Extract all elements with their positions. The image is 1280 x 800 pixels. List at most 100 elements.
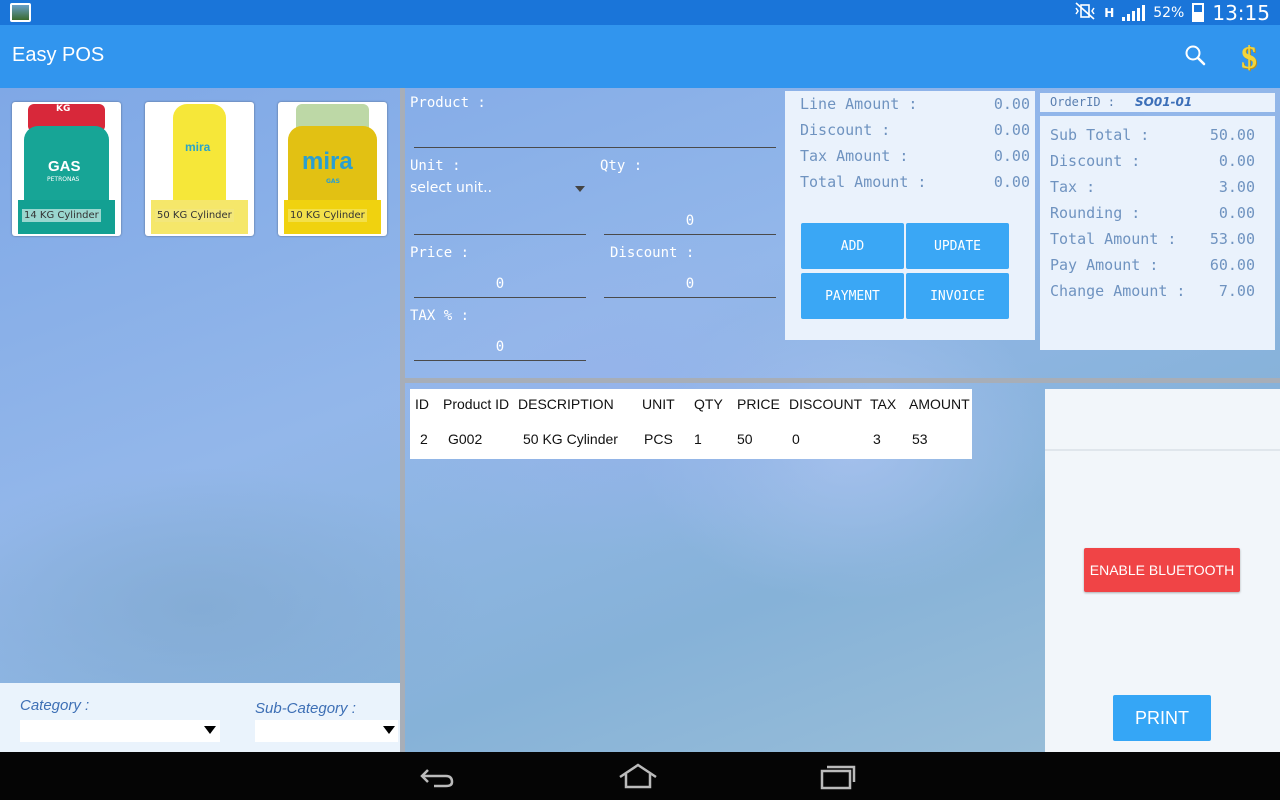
vibrate-mute-icon: [1074, 1, 1096, 24]
product-tile-10kg[interactable]: mira GAS 10 KG Cylinder: [278, 102, 387, 236]
line-total-label: Total Amount :: [800, 173, 927, 191]
line-discount-label: Discount :: [800, 121, 891, 139]
clock: 13:15: [1212, 0, 1270, 25]
column-header-amount: AMOUNT: [909, 396, 970, 412]
network-type-icon: H: [1104, 5, 1115, 20]
status-icons: H 52% 13:15: [1074, 0, 1270, 25]
pay-amount-value: 60.00: [1209, 256, 1255, 274]
product-label: 10 KG Cylinder: [288, 209, 367, 222]
row-id: 2: [420, 431, 428, 447]
discount-label: Discount :: [610, 245, 695, 261]
order-summary-panel: Sub Total : 50.00 Discount : 0.00 Tax : …: [1040, 116, 1275, 350]
column-header-tax: TAX: [870, 396, 897, 412]
tax-line: [414, 360, 586, 361]
change-amount-label: Change Amount :: [1050, 282, 1186, 300]
navigation-bar: [0, 752, 1280, 800]
notification-app-icon: [10, 3, 31, 22]
product-tile-50kg[interactable]: mira 50 KG Cylinder: [145, 102, 254, 236]
tax-input[interactable]: 0: [414, 339, 586, 355]
print-button[interactable]: PRINT: [1113, 695, 1211, 741]
rounding-value: 0.00: [1218, 204, 1255, 222]
product-brand-mira: mira: [185, 140, 211, 154]
sub-total-label: Sub Total :: [1050, 126, 1150, 144]
status-bar: H 52% 13:15: [0, 0, 1280, 25]
row-tax: 3: [873, 431, 881, 447]
price-input[interactable]: 0: [414, 276, 586, 292]
order-total-label: Total Amount :: [1050, 230, 1177, 248]
category-select[interactable]: [20, 720, 220, 742]
product-brand-gas: GAS: [48, 158, 81, 175]
column-header-id: ID: [415, 396, 429, 412]
order-id-bar: OrderID : SO01-01: [1040, 93, 1275, 112]
enable-bluetooth-button[interactable]: ENABLE BLUETOOTH: [1084, 548, 1240, 592]
row-unit: PCS: [644, 431, 673, 447]
dollar-icon[interactable]: $: [1234, 37, 1264, 77]
column-header-qty: QTY: [694, 396, 723, 412]
row-product-id: G002: [448, 431, 483, 447]
product-input[interactable]: [414, 147, 776, 148]
price-label: Price :: [410, 245, 470, 261]
pay-amount-label: Pay Amount :: [1050, 256, 1159, 274]
update-button[interactable]: UPDATE: [906, 223, 1009, 269]
line-discount-value: 0.00: [993, 121, 1030, 139]
row-qty: 1: [694, 431, 702, 447]
chevron-down-icon: [204, 726, 216, 734]
add-button[interactable]: ADD: [801, 223, 904, 269]
tax-amount-label: Tax Amount :: [800, 147, 909, 165]
battery-percent: 52%: [1153, 4, 1185, 21]
order-discount-label: Discount :: [1050, 152, 1141, 170]
discount-line: [604, 297, 776, 298]
invoice-button[interactable]: INVOICE: [906, 273, 1009, 319]
qty-label: Qty :: [600, 158, 643, 174]
middle-divider: [405, 378, 1280, 383]
tax-label: TAX % :: [410, 308, 470, 324]
back-icon[interactable]: [418, 762, 458, 790]
change-amount-value: 7.00: [1218, 282, 1255, 300]
unit-placeholder: select unit..: [410, 180, 493, 196]
product-brand-mira: mira: [302, 148, 353, 175]
category-label: Category :: [20, 697, 90, 714]
sub-category-label: Sub-Category :: [255, 700, 356, 717]
column-header-unit: UNIT: [642, 396, 675, 412]
column-header-discount: DISCOUNT: [789, 396, 863, 412]
column-header-product-id: Product ID: [443, 396, 510, 412]
tax-amount-value: 0.00: [993, 147, 1030, 165]
column-header-price: PRICE: [737, 396, 780, 412]
order-id-value: SO01-01: [1135, 95, 1193, 109]
discount-input[interactable]: 0: [604, 276, 776, 292]
product-label: 50 KG Cylinder: [155, 209, 234, 222]
sub-total-value: 50.00: [1209, 126, 1255, 144]
line-totals-panel: Line Amount : 0.00 Discount : 0.00 Tax A…: [785, 91, 1035, 340]
row-description: 50 KG Cylinder: [523, 431, 618, 447]
line-amount-label: Line Amount :: [800, 95, 918, 113]
search-icon[interactable]: [1184, 44, 1206, 66]
printer-panel-divider: [1045, 449, 1280, 451]
row-discount: 0: [792, 431, 800, 447]
order-items-table: ID Product ID DESCRIPTION UNIT QTY PRICE…: [410, 389, 972, 459]
product-tile-14kg[interactable]: KG GAS PETRONAS 14 KG Cylinder: [12, 102, 121, 236]
payment-button[interactable]: PAYMENT: [801, 273, 904, 319]
chevron-down-icon: [383, 726, 395, 734]
qty-line: [604, 234, 776, 235]
product-brand-gas: GAS: [326, 178, 340, 185]
category-filter-bar: Category : Sub-Category :: [0, 683, 400, 752]
column-header-description: DESCRIPTION: [518, 396, 614, 412]
product-label: 14 KG Cylinder: [22, 209, 101, 222]
order-discount-value: 0.00: [1218, 152, 1255, 170]
order-tax-value: 3.00: [1218, 178, 1255, 196]
qty-input[interactable]: 0: [604, 213, 776, 229]
order-tax-label: Tax :: [1050, 178, 1096, 196]
recent-apps-icon[interactable]: [818, 762, 858, 790]
product-brand-petronas: PETRONAS: [47, 176, 80, 183]
row-amount: 53: [912, 431, 928, 447]
home-icon[interactable]: [618, 762, 658, 790]
printer-panel: ENABLE BLUETOOTH PRINT: [1045, 389, 1280, 752]
sub-category-select[interactable]: [255, 720, 398, 742]
order-total-value: 53.00: [1209, 230, 1255, 248]
signal-icon: [1122, 4, 1146, 21]
action-bar: Easy POS $: [0, 25, 1280, 88]
unit-line: [414, 234, 586, 235]
product-brand-kg: KG: [56, 104, 71, 114]
left-divider: [400, 88, 405, 752]
line-total-value: 0.00: [993, 173, 1030, 191]
